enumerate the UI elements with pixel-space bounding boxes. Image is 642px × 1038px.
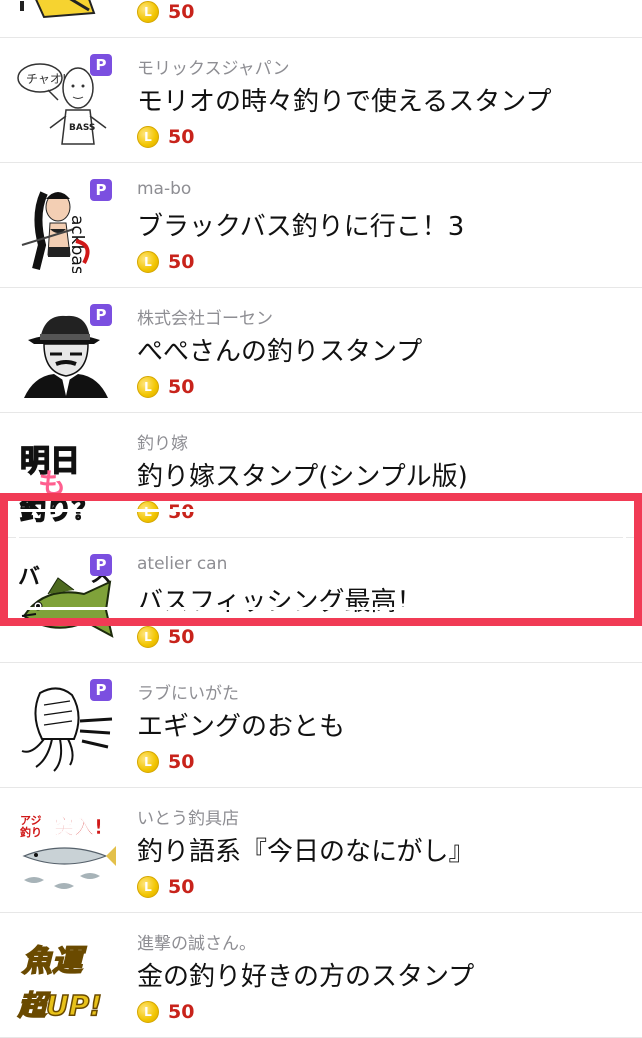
premium-badge-icon: P — [90, 679, 112, 701]
list-item[interactable]: 明日 も 釣り？ 釣り嫁 釣り嫁スタンプ(シンプル版) L 50 — [0, 413, 642, 538]
coin-icon: L — [137, 251, 159, 273]
item-title: エギングのおとも — [137, 712, 346, 742]
thumb-text: BASS — [69, 123, 95, 133]
coin-icon: L — [137, 126, 159, 148]
list-item[interactable]: P ラブにいがた エギングのおとも L 50 — [0, 663, 642, 788]
fish-school-icon: アジ 釣り 突入! — [20, 814, 116, 889]
item-title: 釣り語系『今日のなにがし』 — [137, 837, 475, 867]
item-price: L 50 — [137, 625, 194, 649]
sticker-thumbnail — [14, 0, 118, 23]
item-title: 釣り嫁スタンプ(シンプル版) — [137, 462, 468, 492]
thumb-text: 突入! — [54, 815, 103, 839]
item-author: ラブにいがた — [137, 684, 239, 704]
item-title: ブラックバス釣りに行こ！3 — [137, 212, 465, 242]
item-price: L 50 — [137, 1000, 194, 1024]
thumb-text: 魚運 — [21, 944, 87, 979]
item-title: モリオの時々釣りで使えるスタンプ — [137, 87, 552, 117]
price-amount: 50 — [168, 501, 195, 523]
item-title: ぺぺさんの釣りスタンプ — [137, 337, 423, 367]
thumb-text: 釣り — [20, 825, 42, 839]
sticker-list: L 50 チャオ! BASS P モリックスジャパン モリオの時々釣りで使えるス… — [0, 0, 642, 1038]
item-price: L 50 — [137, 500, 194, 524]
price-amount: 50 — [168, 251, 195, 273]
list-item[interactable]: ackbas P ma-bo ブラックバス釣りに行こ！3 L 50 — [0, 163, 642, 288]
coin-icon: L — [137, 876, 159, 898]
item-price: L 50 — [137, 250, 194, 274]
item-price: L 50 — [137, 375, 194, 399]
sticker-thumbnail: 明日 も 釣り？ — [14, 435, 118, 523]
sticker-thumbnail: アジ 釣り 突入! — [14, 810, 118, 898]
item-title: 金の釣り好きの方のスタンプ — [137, 962, 475, 992]
item-price: L 50 — [137, 125, 194, 149]
sticker-thumbnail: 魚運 超UP! — [14, 935, 118, 1023]
list-item[interactable]: アジ 釣り 突入! いとう釣具店 釣り語系『今日のなにがし』 L 50 — [0, 788, 642, 913]
coin-icon: L — [137, 1001, 159, 1023]
coin-icon: L — [137, 626, 159, 648]
premium-badge-icon: P — [90, 554, 112, 576]
thumb-text: チャオ! — [26, 72, 67, 86]
thumb-text: 超UP! — [17, 989, 102, 1022]
gold-text-icon: 魚運 超UP! — [16, 943, 103, 1023]
thumb-text: 釣り？ — [20, 495, 98, 523]
price-amount: 50 — [168, 1, 195, 23]
premium-badge-icon: P — [90, 54, 112, 76]
item-author: 釣り嫁 — [137, 434, 188, 454]
price-amount: 50 — [168, 126, 195, 148]
coin-icon: L — [137, 751, 159, 773]
item-author: atelier can — [137, 554, 228, 574]
price-amount: 50 — [168, 376, 195, 398]
price-amount: 50 — [168, 1001, 195, 1023]
coin-icon: L — [137, 376, 159, 398]
premium-badge-icon: P — [90, 179, 112, 201]
price-amount: 50 — [168, 876, 195, 898]
price-amount: 50 — [168, 626, 195, 648]
text-stamp-icon: 明日 も 釣り？ — [19, 443, 99, 523]
list-item[interactable]: L 50 — [0, 0, 642, 38]
list-item[interactable]: 魚運 超UP! 進撃の誠さん。 金の釣り好きの方のスタンプ L 50 — [0, 913, 642, 1038]
premium-badge-icon: P — [90, 304, 112, 326]
list-item[interactable]: バ ス P atelier can バスフィッシング最高！ L 50 — [0, 538, 642, 663]
coin-icon: L — [137, 501, 159, 523]
item-author: モリックスジャパン — [137, 59, 290, 79]
item-price: L 50 — [137, 0, 194, 24]
item-author: 株式会社ゴーセン — [137, 309, 273, 329]
item-price: L 50 — [137, 875, 194, 899]
list-item[interactable]: P 株式会社ゴーセン ぺぺさんの釣りスタンプ L 50 — [0, 288, 642, 413]
thumb-text: バ — [18, 565, 40, 590]
item-author: 進撃の誠さん。 — [137, 934, 256, 954]
list-item[interactable]: チャオ! BASS P モリックスジャパン モリオの時々釣りで使えるスタンプ L… — [0, 38, 642, 163]
price-amount: 50 — [168, 751, 195, 773]
item-author: いとう釣具店 — [137, 809, 239, 829]
item-author: ma-bo — [137, 179, 192, 199]
cartoon-yellow-icon — [20, 0, 96, 19]
item-price: L 50 — [137, 750, 194, 774]
item-title: バスフィッシング最高！ — [137, 587, 423, 617]
coin-icon: L — [137, 1, 159, 23]
